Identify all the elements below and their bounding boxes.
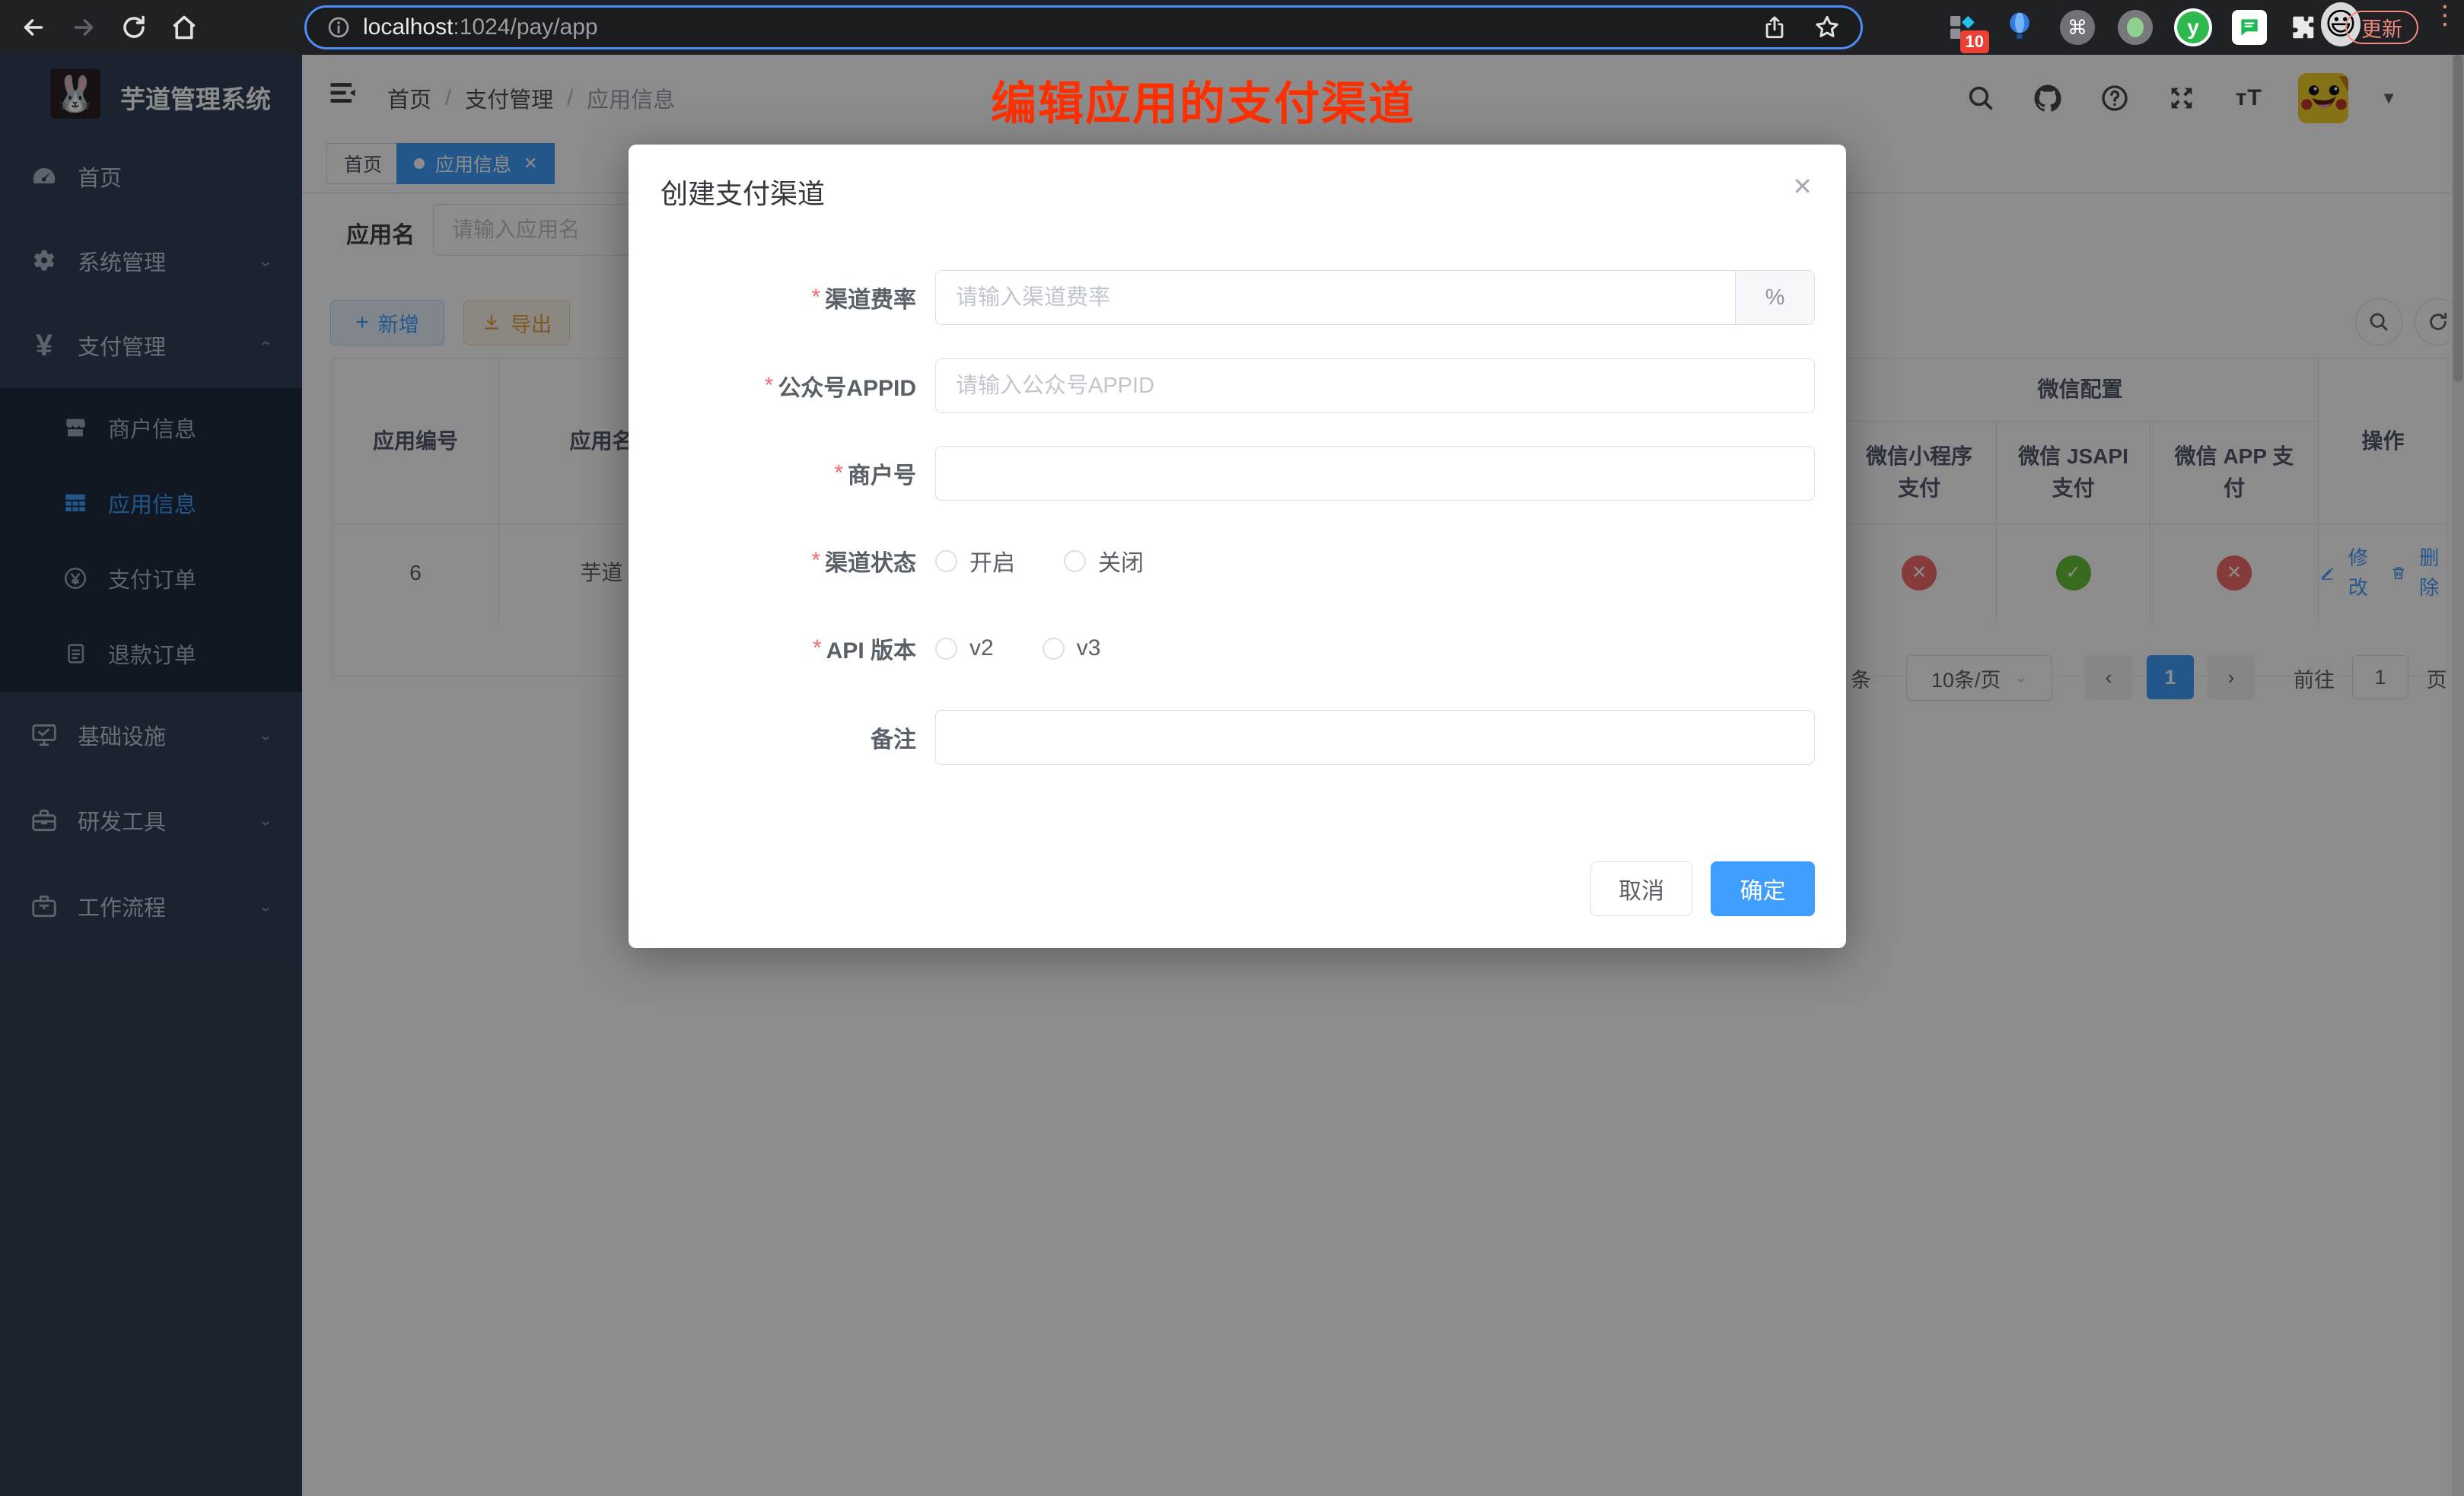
browser-reload-icon[interactable] (117, 11, 151, 44)
field-row-status: 渠道状态 开启 关闭 (629, 533, 1846, 588)
rate-input[interactable] (936, 271, 1735, 324)
remark-input[interactable] (935, 710, 1815, 765)
extension-chat-icon[interactable] (2230, 8, 2269, 47)
share-icon[interactable] (1762, 14, 1788, 40)
radio-circle-icon (1043, 638, 1065, 660)
bookmark-star-icon[interactable] (1813, 14, 1841, 41)
extension-badge: 10 (1960, 30, 1989, 53)
extensions-puzzle-icon[interactable] (2283, 8, 2322, 47)
app-viewport: 🐰 芋道管理系统 首页 系统管理 ⌄ ¥ 支付管理 ⌄ (0, 55, 2464, 1496)
field-row-rate: 渠道费率 % (629, 270, 1846, 325)
address-bar[interactable]: localhost:1024/pay/app (304, 5, 1863, 49)
rate-label: 渠道费率 (629, 270, 916, 325)
browser-update-button[interactable]: 更新 (2345, 11, 2418, 44)
cancel-button[interactable]: 取消 (1590, 861, 1692, 916)
merchant-input[interactable] (935, 446, 1815, 501)
api-version-label: API 版本 (629, 621, 916, 676)
field-row-appid: 公众号APPID (629, 358, 1846, 413)
create-pay-channel-dialog: 创建支付渠道 ✕ 渠道费率 % 公众号APPID 商户号 渠道状态 (629, 145, 1846, 948)
extension-grid-icon[interactable]: 10 (1942, 8, 1982, 47)
extension-y-icon[interactable]: y (2173, 8, 2213, 47)
browser-menu-icon[interactable]: ⋮ (2432, 9, 2450, 21)
field-row-merchant: 商户号 (629, 446, 1846, 501)
field-row-api-version: API 版本 v2 v3 (629, 621, 1846, 676)
status-off-radio[interactable]: 关闭 (1064, 544, 1144, 578)
radio-circle-icon (935, 638, 957, 660)
extension-command-icon[interactable]: ⌘ (2058, 8, 2097, 47)
confirm-button[interactable]: 确定 (1711, 861, 1815, 916)
extension-dot-icon[interactable] (2115, 8, 2155, 47)
rate-suffix: % (1735, 271, 1814, 324)
radio-circle-icon (1064, 550, 1086, 572)
browser-back-icon[interactable] (17, 11, 50, 44)
status-on-radio[interactable]: 开启 (935, 544, 1015, 578)
api-v3-radio[interactable]: v3 (1043, 635, 1101, 661)
site-info-icon[interactable] (326, 15, 351, 40)
status-label: 渠道状态 (629, 533, 916, 588)
annotation-text: 编辑应用的支付渠道 (991, 67, 1415, 133)
radio-circle-icon (935, 550, 957, 572)
dialog-title: 创建支付渠道 (661, 172, 825, 212)
browser-chrome: localhost:1024/pay/app 10 ⌘ y 😃 更新 (0, 0, 2464, 55)
api-v2-radio[interactable]: v2 (935, 635, 994, 661)
extension-balloon-icon[interactable] (2000, 8, 2039, 47)
browser-forward-icon[interactable] (67, 11, 100, 44)
appid-input[interactable] (935, 358, 1815, 413)
remark-label: 备注 (629, 710, 916, 765)
merchant-label: 商户号 (629, 446, 916, 501)
close-icon[interactable]: ✕ (1792, 172, 1813, 201)
appid-label: 公众号APPID (629, 358, 916, 413)
field-row-remark: 备注 (629, 710, 1846, 765)
browser-home-icon[interactable] (167, 11, 201, 44)
url-text: localhost:1024/pay/app (363, 14, 598, 40)
